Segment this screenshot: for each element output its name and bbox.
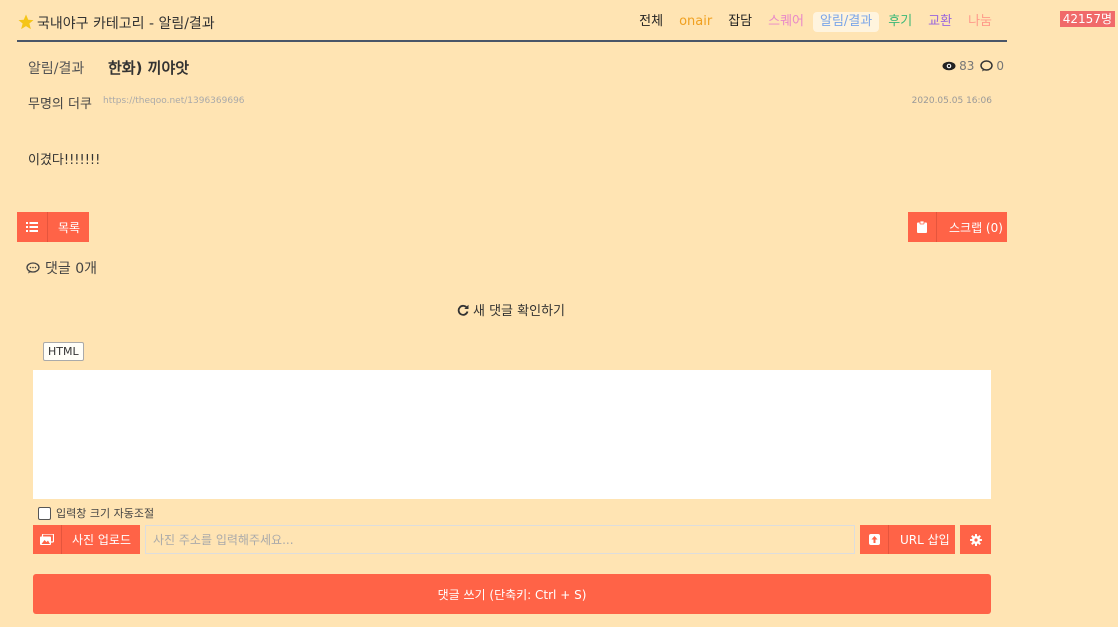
- gear-icon: [969, 533, 982, 546]
- refresh-comments-label: 새 댓글 확인하기: [473, 304, 565, 319]
- url-insert-label: URL 삽입: [900, 533, 950, 547]
- images-icon: [33, 525, 62, 554]
- list-button[interactable]: 목록: [17, 212, 89, 242]
- post-stats: 83 0: [942, 59, 1004, 73]
- post-author: 무명의 더쿠: [28, 97, 92, 112]
- comment-bubble-icon: [980, 60, 994, 72]
- settings-button[interactable]: [960, 525, 991, 554]
- comment-count-label: 댓글 0개: [45, 261, 97, 277]
- comment-count-small: 0: [996, 59, 1004, 73]
- list-icon: [17, 212, 48, 242]
- post-body: 이겼다!!!!!!!: [28, 153, 101, 168]
- url-insert-button[interactable]: URL 삽입: [860, 525, 955, 554]
- view-count: 83: [959, 59, 975, 73]
- nav-item-6[interactable]: 교환: [921, 12, 959, 32]
- nav-item-4[interactable]: 알림/결과: [813, 12, 880, 32]
- autosize-toggle[interactable]: 입력창 크기 자동조절: [38, 505, 154, 521]
- post-category[interactable]: 알림/결과: [28, 58, 84, 78]
- autosize-label: 입력창 크기 자동조절: [56, 507, 155, 520]
- nav-item-0[interactable]: 전체: [632, 12, 670, 32]
- eye-icon: [942, 61, 956, 71]
- nav-item-3[interactable]: 스퀘어: [761, 12, 811, 32]
- submit-comment-button[interactable]: 댓글 쓰기 (단축키: Ctrl + S): [33, 574, 991, 614]
- photo-url-placeholder: 사진 주소를 입력해주세요...: [153, 533, 294, 547]
- category-nav: 전체 onair 잡담 스퀘어 알림/결과 후기 교환 나눔: [630, 12, 999, 32]
- html-mode-tab[interactable]: HTML: [43, 342, 84, 361]
- scrap-button[interactable]: 스크랩 (0): [908, 212, 1007, 242]
- refresh-comments-button[interactable]: 새 댓글 확인하기: [457, 300, 565, 319]
- clipboard-icon: [908, 212, 937, 242]
- comment-editor[interactable]: [33, 370, 991, 499]
- nav-item-7[interactable]: 나눔: [961, 12, 999, 32]
- comment-icon: [26, 262, 40, 274]
- comment-count: 댓글 0개: [26, 258, 97, 278]
- photo-upload-button[interactable]: 사진 업로드: [33, 525, 140, 554]
- visitor-counter: 42157명: [1059, 11, 1115, 27]
- star-icon: [18, 14, 34, 30]
- post-title: 한화) 끼야앗: [108, 59, 190, 77]
- post-url[interactable]: https://theqoo.net/1396369696: [103, 96, 245, 106]
- upload-icon: [860, 525, 889, 554]
- autosize-checkbox[interactable]: [38, 506, 51, 520]
- category-header: 국내야구 카테고리 - 알림/결과 전체 onair 잡담 스퀘어 알림/결과 후기 교환 나…: [17, 0, 1007, 42]
- scrap-button-label: 스크랩 (0): [949, 220, 1003, 235]
- list-button-label: 목록: [58, 220, 81, 235]
- nav-item-5[interactable]: 후기: [881, 12, 919, 32]
- photo-upload-label: 사진 업로드: [72, 533, 132, 547]
- category-title: 국내야구 카테고리 - 알림/결과: [37, 16, 215, 32]
- post-date: 2020.05.05 16:06: [911, 96, 992, 106]
- submit-comment-label: 댓글 쓰기 (단축키: Ctrl + S): [437, 587, 587, 602]
- refresh-icon: [457, 304, 469, 316]
- photo-url-input[interactable]: 사진 주소를 입력해주세요...: [145, 525, 855, 554]
- nav-item-1[interactable]: onair: [672, 12, 719, 32]
- nav-item-2[interactable]: 잡담: [721, 12, 759, 32]
